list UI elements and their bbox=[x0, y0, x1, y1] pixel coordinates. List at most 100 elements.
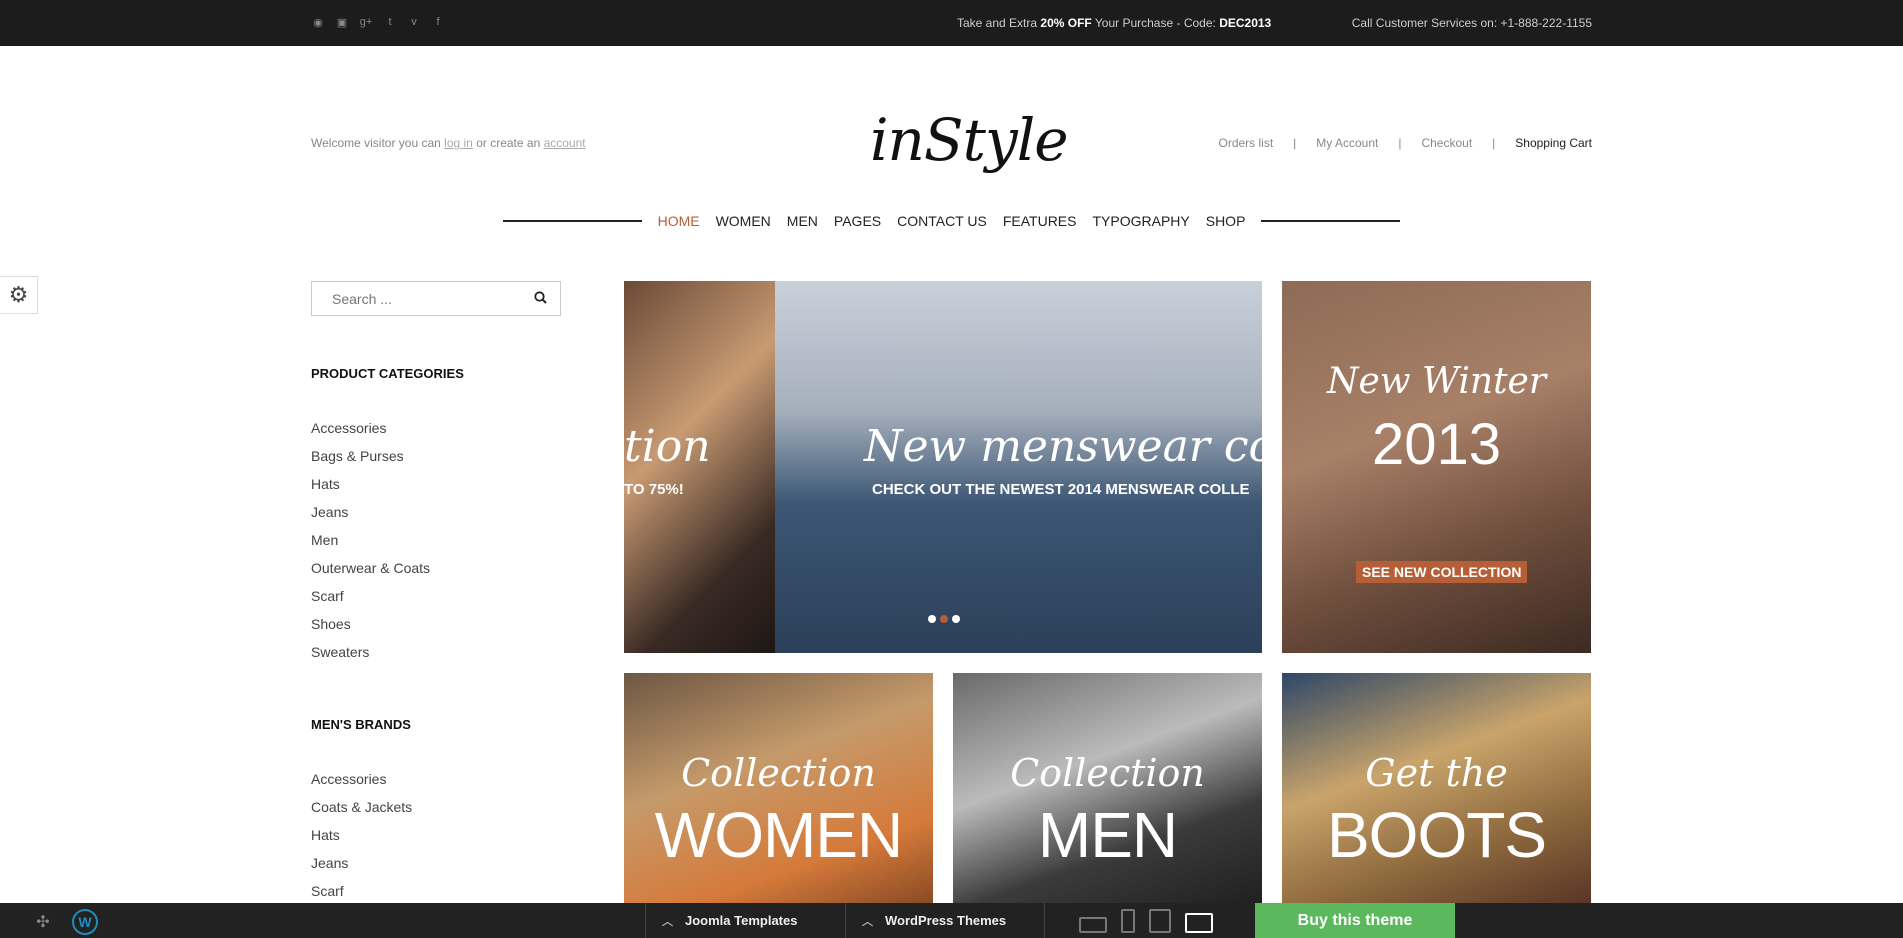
winter-script: New Winter bbox=[1326, 361, 1547, 402]
joomla-icon[interactable]: ✣ bbox=[30, 909, 56, 935]
hero-slider[interactable]: tion TO 75%! New menswear collec CHECK O… bbox=[624, 281, 1262, 653]
mens-brands-heading: MEN'S BRANDS bbox=[311, 717, 411, 732]
new-winter-banner[interactable]: New Winter 2013 SEE NEW COLLECTION bbox=[1282, 281, 1591, 653]
tablet-icon[interactable] bbox=[1149, 909, 1171, 933]
tile-script: Collection bbox=[681, 751, 876, 795]
brand-item[interactable]: Hats bbox=[311, 821, 412, 849]
nav-item-typography[interactable]: TYPOGRAPHY bbox=[1084, 213, 1197, 229]
buy-theme-button[interactable]: Buy this theme bbox=[1255, 903, 1455, 938]
phone-icon[interactable] bbox=[1121, 909, 1135, 933]
slide-previous: tion TO 75%! bbox=[624, 281, 775, 653]
rss-icon[interactable]: ◉ bbox=[311, 15, 325, 29]
product-categories-list: Accessories Bags & Purses Hats Jeans Men… bbox=[311, 414, 430, 666]
separator: | bbox=[1398, 136, 1402, 150]
twitter-icon[interactable]: t bbox=[383, 15, 397, 29]
nav-rule-right bbox=[1261, 220, 1400, 222]
slide-previous-subtitle: TO 75%! bbox=[624, 481, 684, 498]
brand-item[interactable]: Coats & Jackets bbox=[311, 793, 412, 821]
promo-discount: 20% OFF bbox=[1040, 16, 1092, 30]
product-categories-heading: PRODUCT CATEGORIES bbox=[311, 366, 464, 381]
nav-item-features[interactable]: FEATURES bbox=[995, 213, 1085, 229]
tile-script: Get the bbox=[1365, 751, 1508, 795]
collection-women-tile[interactable]: Collection WOMEN bbox=[624, 673, 933, 903]
nav-rule-left bbox=[503, 220, 642, 222]
desktop-icon[interactable] bbox=[1185, 913, 1213, 933]
brand-item[interactable]: Scarf bbox=[311, 877, 412, 905]
social-links: ◉ ▣ g+ t v f bbox=[311, 15, 445, 29]
nav-item-men[interactable]: MEN bbox=[779, 213, 826, 229]
slide-subtitle: CHECK OUT THE NEWEST 2014 MENSWEAR COLLE bbox=[872, 481, 1250, 498]
category-item[interactable]: Outerwear & Coats bbox=[311, 554, 430, 582]
caret-up-icon: ︿ bbox=[862, 915, 873, 928]
see-new-collection-button[interactable]: SEE NEW COLLECTION bbox=[1356, 561, 1528, 583]
category-item[interactable]: Shoes bbox=[311, 610, 430, 638]
device-switcher bbox=[1079, 909, 1213, 933]
joomla-templates-tab[interactable]: ︿ Joomla Templates bbox=[645, 903, 845, 938]
promo-mid: Your Purchase - Code: bbox=[1094, 16, 1216, 30]
promo-code: DEC2013 bbox=[1219, 16, 1272, 30]
checkout-link[interactable]: Checkout bbox=[1421, 136, 1472, 150]
account-link[interactable]: account bbox=[544, 136, 586, 150]
nav-item-contact-us[interactable]: CONTACT US bbox=[889, 213, 995, 229]
tablet-landscape-icon[interactable] bbox=[1079, 917, 1107, 933]
flickr-icon[interactable]: ▣ bbox=[335, 15, 349, 29]
login-link[interactable]: log in bbox=[444, 136, 473, 150]
category-item[interactable]: Scarf bbox=[311, 582, 430, 610]
vimeo-icon[interactable]: v bbox=[407, 15, 421, 29]
tile-title: MEN bbox=[1037, 799, 1178, 871]
brand-item[interactable]: Accessories bbox=[311, 765, 412, 793]
nav-menu: HOME WOMEN MEN PAGES CONTACT US FEATURES… bbox=[650, 213, 1254, 229]
nav-item-women[interactable]: WOMEN bbox=[708, 213, 779, 229]
welcome-mid: or create an bbox=[476, 136, 541, 150]
googleplus-icon[interactable]: g+ bbox=[359, 15, 373, 29]
category-item[interactable]: Accessories bbox=[311, 414, 430, 442]
demo-bottom-bar: ✣ W ︿ Joomla Templates ︿ WordPress Theme… bbox=[0, 903, 1903, 938]
category-item[interactable]: Bags & Purses bbox=[311, 442, 430, 470]
call-customer-services: Call Customer Services on: +1-888-222-11… bbox=[1351, 16, 1592, 30]
mens-brands-list: Accessories Coats & Jackets Hats Jeans S… bbox=[311, 765, 412, 905]
slider-dot[interactable] bbox=[952, 615, 960, 623]
nav-item-home[interactable]: HOME bbox=[650, 213, 708, 229]
winter-year: 2013 bbox=[1371, 412, 1502, 477]
separator: | bbox=[1492, 136, 1496, 150]
welcome-pre: Welcome visitor you can bbox=[311, 136, 441, 150]
promo-text: Take and Extra 20% OFF Your Purchase - C… bbox=[957, 16, 1271, 30]
caret-up-icon: ︿ bbox=[662, 915, 673, 928]
search-box bbox=[311, 281, 561, 316]
facebook-icon[interactable]: f bbox=[431, 15, 445, 29]
category-item[interactable]: Sweaters bbox=[311, 638, 430, 666]
nav-item-shop[interactable]: SHOP bbox=[1198, 213, 1254, 229]
slider-dot[interactable] bbox=[928, 615, 936, 623]
slide-previous-title: tion bbox=[624, 421, 711, 472]
my-account-link[interactable]: My Account bbox=[1316, 136, 1378, 150]
wordpress-icon[interactable]: W bbox=[72, 909, 98, 935]
wordpress-themes-label: WordPress Themes bbox=[885, 913, 1007, 928]
wordpress-themes-tab[interactable]: ︿ WordPress Themes bbox=[845, 903, 1045, 938]
top-bar: ◉ ▣ g+ t v f Take and Extra 20% OFF Your… bbox=[0, 0, 1903, 46]
platform-logos: ✣ W bbox=[30, 909, 98, 935]
shopping-cart-link[interactable]: Shopping Cart bbox=[1515, 136, 1592, 150]
orders-list-link[interactable]: Orders list bbox=[1218, 136, 1273, 150]
search-icon[interactable] bbox=[520, 290, 560, 307]
tile-title: WOMEN bbox=[654, 799, 903, 871]
tile-script: Collection bbox=[1010, 751, 1205, 795]
collection-men-tile[interactable]: Collection MEN bbox=[953, 673, 1262, 903]
category-item[interactable]: Hats bbox=[311, 470, 430, 498]
separator: | bbox=[1293, 136, 1297, 150]
main-nav: HOME WOMEN MEN PAGES CONTACT US FEATURES… bbox=[503, 211, 1400, 231]
gear-icon[interactable]: ⚙ bbox=[0, 276, 38, 314]
get-the-boots-tile[interactable]: Get the BOOTS bbox=[1282, 673, 1591, 903]
slider-dot-active[interactable] bbox=[940, 615, 948, 623]
brand-item[interactable]: Jeans bbox=[311, 849, 412, 877]
site-logo[interactable]: inStyle bbox=[870, 86, 1069, 194]
welcome-text: Welcome visitor you can log in or create… bbox=[311, 136, 586, 150]
nav-item-pages[interactable]: PAGES bbox=[826, 213, 889, 229]
tile-title: BOOTS bbox=[1326, 799, 1547, 871]
account-links: Orders list | My Account | Checkout | Sh… bbox=[1218, 136, 1592, 150]
search-input[interactable] bbox=[312, 290, 520, 307]
slider-dots bbox=[928, 615, 960, 623]
category-item[interactable]: Men bbox=[311, 526, 430, 554]
slide-title: New menswear collec bbox=[864, 421, 1262, 472]
category-item[interactable]: Jeans bbox=[311, 498, 430, 526]
joomla-templates-label: Joomla Templates bbox=[685, 913, 798, 928]
